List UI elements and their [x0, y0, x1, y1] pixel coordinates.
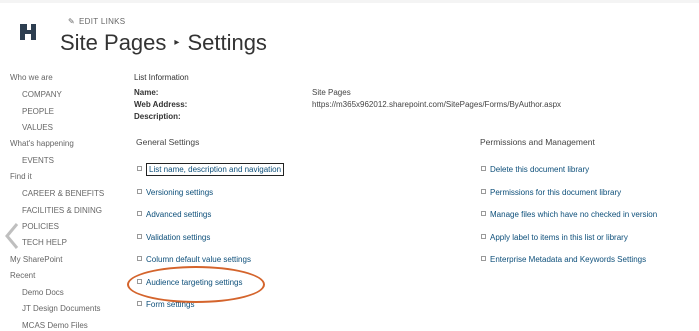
setting-validation[interactable]: Validation settings	[137, 233, 210, 242]
web-address-value: https://m365x962012.sharepoint.com/SiteP…	[312, 100, 562, 109]
bullet-icon	[137, 234, 142, 240]
setting-label: Enterprise Metadata and Keywords Setting…	[490, 255, 647, 264]
setting-label: Apply label to items in this list or lib…	[490, 233, 628, 242]
nav-item-values[interactable]: VALUES	[22, 123, 53, 132]
setting-library-permissions[interactable]: Permissions for this document library	[481, 188, 621, 197]
web-address-label: Web Address:	[134, 100, 188, 109]
bullet-icon	[481, 189, 486, 195]
breadcrumb-site-pages[interactable]: Site Pages	[60, 30, 166, 55]
setting-label: Manage files which have no checked in ve…	[490, 210, 658, 219]
bullet-icon	[481, 166, 486, 172]
setting-list-name-description-navigation[interactable]: List name, description and navigation	[137, 163, 285, 176]
bullet-icon	[137, 166, 142, 172]
nav-item-recent[interactable]: Recent	[10, 271, 35, 280]
setting-label: Validation settings	[146, 233, 211, 242]
setting-enterprise-metadata[interactable]: Enterprise Metadata and Keywords Setting…	[481, 255, 646, 264]
nav-item-events[interactable]: EVENTS	[22, 156, 54, 165]
description-label: Description:	[134, 112, 181, 121]
nav-item-people[interactable]: PEOPLE	[22, 107, 54, 116]
permissions-heading: Permissions and Management	[480, 137, 595, 147]
bullet-icon	[481, 211, 486, 217]
nav-item-facilities-dining[interactable]: FACILITIES & DINING	[22, 206, 102, 215]
setting-label: Delete this document library	[490, 165, 590, 174]
bullet-icon	[481, 256, 486, 262]
nav-item-find-it[interactable]: Find it	[10, 172, 32, 181]
annotation-highlight-ring	[127, 266, 265, 303]
setting-label: List name, description and navigation	[146, 163, 285, 176]
setting-label: Advanced settings	[146, 210, 212, 219]
pencil-icon: ✎	[68, 17, 76, 26]
setting-apply-label[interactable]: Apply label to items in this list or lib…	[481, 233, 628, 242]
setting-label: Versioning settings	[146, 188, 214, 197]
nav-item-mcas-demo-files[interactable]: MCAS Demo Files	[22, 321, 88, 330]
setting-delete-library[interactable]: Delete this document library	[481, 165, 589, 174]
triangle-right-icon: ▸	[174, 36, 180, 48]
name-value: Site Pages	[312, 88, 351, 97]
setting-versioning[interactable]: Versioning settings	[137, 188, 213, 197]
bullet-icon	[137, 211, 142, 217]
h-logo-icon[interactable]	[18, 22, 38, 42]
setting-advanced[interactable]: Advanced settings	[137, 210, 211, 219]
nav-item-my-sharepoint[interactable]: My SharePoint	[10, 255, 62, 264]
bullet-icon	[137, 189, 142, 195]
setting-column-default-value[interactable]: Column default value settings	[137, 255, 251, 264]
setting-label: Permissions for this document library	[490, 188, 622, 197]
setting-manage-unchecked-files[interactable]: Manage files which have no checked in ve…	[481, 210, 657, 219]
page-title: Site Pages ▸ Settings	[60, 30, 267, 56]
nav-item-policies[interactable]: POLICIES	[22, 222, 59, 231]
bullet-icon	[481, 234, 486, 240]
breadcrumb-settings: Settings	[187, 30, 267, 55]
nav-item-tech-help[interactable]: TECH HELP	[22, 238, 67, 247]
nav-item-company[interactable]: COMPANY	[22, 90, 62, 99]
nav-item-whats-happening[interactable]: What's happening	[10, 139, 74, 148]
nav-item-career-benefits[interactable]: CAREER & BENEFITS	[22, 189, 104, 198]
general-settings-heading: General Settings	[136, 137, 200, 147]
nav-item-who-we-are[interactable]: Who we are	[10, 73, 53, 82]
edit-links-label: EDIT LINKS	[79, 17, 126, 26]
nav-item-jt-design-documents[interactable]: JT Design Documents	[22, 304, 101, 313]
setting-label: Column default value settings	[146, 255, 251, 264]
bullet-icon	[137, 301, 142, 307]
name-label: Name:	[134, 88, 159, 97]
list-information-heading: List Information	[134, 73, 189, 82]
edit-links-button[interactable]: ✎ EDIT LINKS	[68, 17, 125, 26]
top-bar	[0, 0, 699, 3]
chevron-left-icon[interactable]	[4, 222, 20, 250]
bullet-icon	[137, 256, 142, 262]
nav-item-demo-docs[interactable]: Demo Docs	[22, 288, 64, 297]
